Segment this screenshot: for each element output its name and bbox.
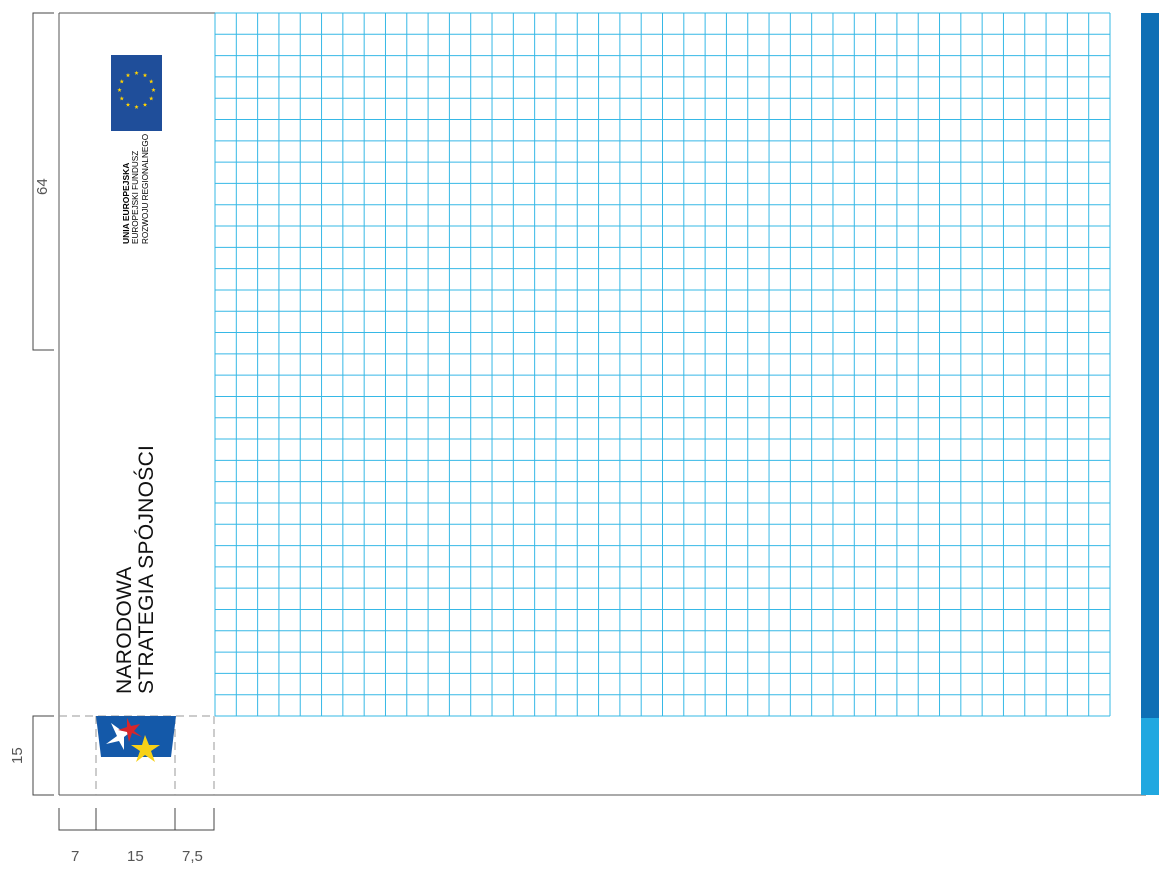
dim-label-15-vertical: 15 xyxy=(9,747,26,764)
nss-logo-text: NARODOWA STRATEGIA SPÓJNOŚCI xyxy=(113,444,158,694)
eu-flag-logo xyxy=(111,55,162,131)
stripe-dark xyxy=(1141,13,1159,718)
nss-line-2: STRATEGIA SPÓJNOŚCI xyxy=(135,444,158,694)
design-diagram xyxy=(32,12,1159,831)
page-frame xyxy=(58,12,1146,796)
nss-line-1: NARODOWA xyxy=(113,566,136,694)
dim-label-7-5: 7,5 xyxy=(182,848,203,865)
paper-grid xyxy=(214,12,1111,717)
dim-label-15-horizontal: 15 xyxy=(127,848,144,865)
eu-logo-text: UNIA EUROPEJSKA EUROPEJSKI FUNDUSZ ROZWO… xyxy=(121,134,151,244)
eu-line-3: ROZWOJU REGIONALNEGO xyxy=(141,133,150,244)
dim-label-7: 7 xyxy=(71,848,80,865)
dim-label-64: 64 xyxy=(34,178,51,195)
eu-line-1: UNIA EUROPEJSKA xyxy=(121,162,131,244)
stripe-light xyxy=(1141,718,1159,795)
nss-logo-mark xyxy=(96,716,176,762)
eu-line-2: EUROPEJSKI FUNDUSZ xyxy=(131,150,140,244)
